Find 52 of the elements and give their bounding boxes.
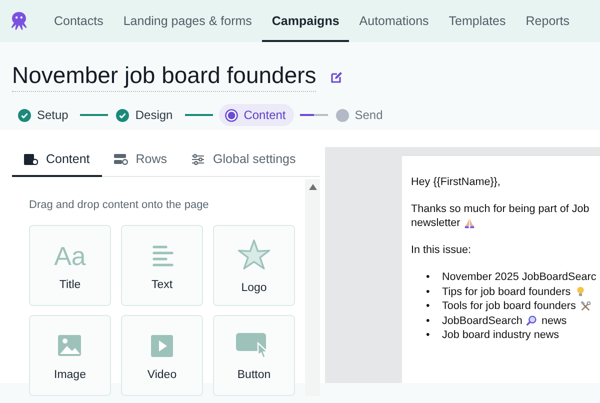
magnifier-icon [526,315,538,326]
email-text: November 2025 JobBoardSearc [442,271,596,284]
email-text: newsletter [411,217,460,229]
nav-item[interactable]: Automations [349,0,439,42]
editor-tab[interactable]: Global settings [179,144,308,177]
nav-item[interactable]: Contacts [44,0,114,42]
bullet: • [426,329,431,342]
step-label: Design [135,108,173,122]
scroll-up-icon[interactable] [308,184,316,190]
content-block[interactable]: Image [29,315,111,396]
step-item[interactable]: Send [334,104,389,126]
email-text: In this issue: [411,244,472,256]
content-block[interactable]: Aa Title [29,225,111,306]
email-text: Job board industry news [442,329,560,342]
hammer-wrench-icon [580,300,591,312]
lightbulb-icon [574,286,586,298]
content-block[interactable]: Button [213,315,295,396]
nav-item[interactable]: Templates [438,0,516,42]
octopus-logo[interactable] [10,11,28,31]
praying-hands-icon [464,218,476,228]
email-text: news [541,314,567,327]
email-text: JobBoardSearch [442,314,522,327]
nav-item[interactable]: Reports [516,0,580,42]
step-label: Setup [37,108,68,122]
sliders-icon [191,154,206,164]
scrollbar[interactable] [305,179,320,396]
bullet: • [426,271,431,284]
step-item[interactable]: Design [114,104,179,126]
email-text: Tools for job board founders [442,300,576,312]
nav-item[interactable]: Landing pages & forms [113,0,262,42]
step-item[interactable]: Content [218,104,294,126]
rows-icon [114,154,128,164]
panel-hint: Drag and drop content onto the page [29,199,210,211]
content-block[interactable]: Video [121,315,203,396]
editor-tab[interactable]: Rows [102,144,180,177]
nav-item[interactable]: Campaigns [262,0,350,42]
step-item[interactable]: Setup [16,104,74,126]
bullet: • [426,300,431,312]
content-block-icon [24,154,38,164]
email-greeting: Hey {{FirstName}}, [411,176,500,188]
edit-icon[interactable] [330,70,344,84]
bullet: • [426,286,431,298]
content-block[interactable]: Text [121,225,203,306]
campaign-title[interactable]: November job board founders [12,62,316,92]
bullet: • [426,314,431,327]
email-text: Thanks so much for being part of Job [411,203,590,215]
type-icon: Aa [54,240,86,270]
email-text: Tips for job board founders [442,286,571,298]
step-label: Content [244,108,286,122]
content-block[interactable]: Logo [213,225,295,306]
editor-tab[interactable]: Content [12,144,102,177]
step-label: Send [354,108,383,122]
